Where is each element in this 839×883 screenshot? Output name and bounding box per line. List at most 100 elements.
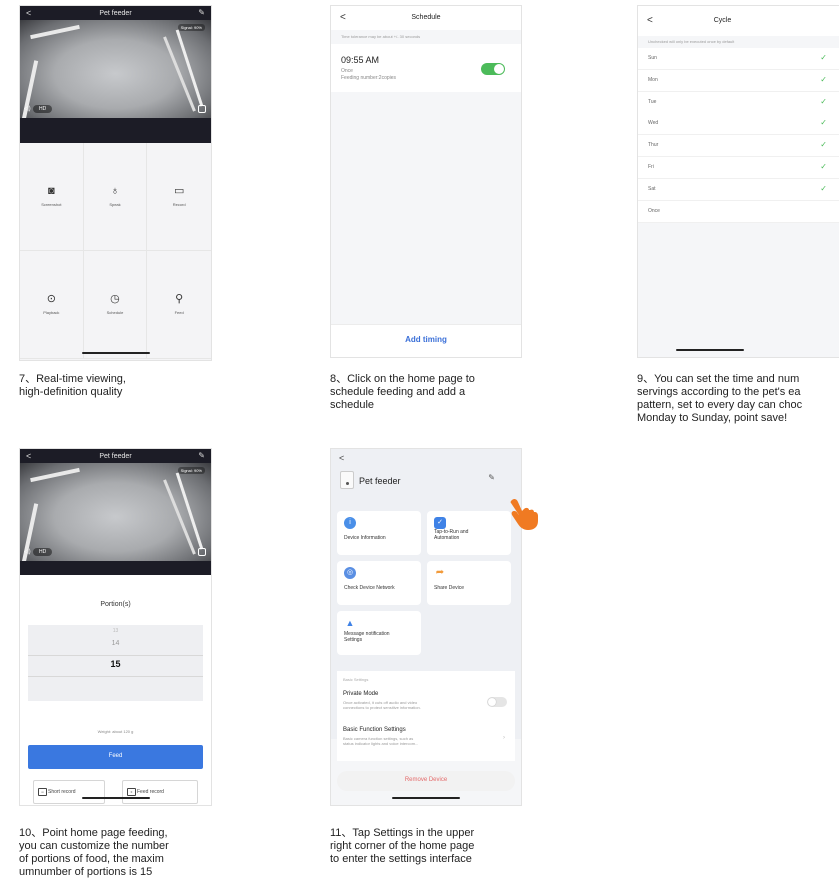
tile-share-device[interactable]: ➦ Share Device <box>427 561 511 605</box>
portion-picker[interactable]: 13 14 15 <box>28 625 203 701</box>
check-icon: ✓ <box>820 118 827 128</box>
camera-header: < Pet feeder ✎ Signal: 90% ◁) HD <box>20 449 211 575</box>
schedule-toggle[interactable] <box>481 63 505 75</box>
feed-button[interactable]: ⚲ Feed <box>147 251 211 359</box>
cycle-row-tue[interactable]: Tue ✓ <box>638 91 839 114</box>
network-icon: ◎ <box>344 567 356 579</box>
clock-icon: ◷ <box>110 293 120 305</box>
tile-label: Device Information <box>344 535 386 541</box>
hd-button[interactable]: HD <box>33 548 53 556</box>
cycle-row-sat[interactable]: Sat ✓ <box>638 178 839 201</box>
fullscreen-icon[interactable] <box>198 105 206 113</box>
screen-title: Pet feeder <box>99 453 132 460</box>
feed-record-button[interactable]: ≡ Feed record <box>122 780 198 804</box>
tile-check-network[interactable]: ◎ Check Device Network <box>337 561 421 605</box>
cycle-row-mon[interactable]: Mon ✓ <box>638 69 839 92</box>
tolerance-tip: Time tolerance may be about +/- 30 secon… <box>331 30 521 43</box>
tile-label: Message notification Settings <box>344 631 390 643</box>
bone-icon: ⚲ <box>175 293 184 305</box>
schedule-time: 09:55 AM <box>341 55 380 65</box>
check-icon: ✓ <box>820 74 827 84</box>
record-icon: ▪▪ <box>38 788 47 796</box>
playback-button[interactable]: ⊙ Playback <box>20 251 84 359</box>
control-label: Feed <box>174 310 184 315</box>
cycle-day-label: Thur <box>648 142 659 149</box>
video-icon: ▭ <box>173 185 185 197</box>
add-timing-button[interactable]: Add timing <box>331 324 521 357</box>
hd-button[interactable]: HD <box>33 105 53 113</box>
edit-icon[interactable]: ✎ <box>198 451 205 460</box>
check-icon: ✓ <box>820 140 827 150</box>
fullscreen-icon[interactable] <box>198 548 206 556</box>
schedule-details: Once Feeding number:2copies <box>341 68 397 81</box>
screen-title: Pet feeder <box>99 10 132 17</box>
automation-icon: ✓ <box>434 517 446 529</box>
speaker-icon[interactable]: ◁) <box>24 105 31 112</box>
edit-icon[interactable]: ✎ <box>198 8 205 17</box>
device-name: Pet feeder <box>359 476 401 486</box>
cycle-row-sun[interactable]: Sun ✓ <box>638 48 839 70</box>
tile-device-information[interactable]: i Device Information <box>337 511 421 555</box>
edit-icon[interactable]: ✎ <box>488 473 495 482</box>
picker-option[interactable]: 13 <box>28 628 203 634</box>
cycle-row-once[interactable]: Once <box>638 200 839 223</box>
document-icon: ≡ <box>127 788 136 796</box>
control-label: Record <box>172 202 186 207</box>
microphone-icon: ♁ <box>110 185 120 197</box>
screen-schedule: < Schedule Time tolerance may be about +… <box>330 5 522 358</box>
screen-title: Cycle <box>713 17 732 24</box>
cycle-row-fri[interactable]: Fri ✓ <box>638 157 839 179</box>
live-video-view[interactable]: Signal: 90% ◁) HD <box>20 20 211 118</box>
speaker-icon[interactable]: ◁) <box>24 548 31 555</box>
private-mode-title: Private Mode <box>343 691 379 697</box>
playback-icon: ⊙ <box>46 293 56 305</box>
caption-8: 8、Click on the home page to schedule fee… <box>330 373 475 411</box>
caption-9: 9、You can set the time and num servings … <box>637 373 803 424</box>
screen-settings: < Pet feeder ✎ i Device Information ✓ Ta… <box>330 448 522 806</box>
picker-option[interactable]: 14 <box>28 640 203 647</box>
cycle-row-thur[interactable]: Thur ✓ <box>638 135 839 158</box>
cycle-day-label: Mon <box>648 76 658 83</box>
nav-bar: < Schedule <box>331 6 521 30</box>
cycle-day-label: Wed <box>648 120 659 127</box>
live-video-view[interactable]: Signal: 90% ◁) HD <box>20 463 211 561</box>
basic-settings-section: Basic Settings Private Mode Once activat… <box>337 671 515 761</box>
device-icon <box>340 471 354 489</box>
record-button[interactable]: ▭ Record <box>147 143 211 251</box>
home-indicator <box>81 797 150 799</box>
control-label: Playback <box>43 310 60 315</box>
camera-icon: ◙ <box>48 185 55 197</box>
screen-feed-portions: < Pet feeder ✎ Signal: 90% ◁) HD Portion… <box>19 448 212 806</box>
cycle-row-wed[interactable]: Wed ✓ <box>638 113 839 136</box>
portion-title: Portion(s) <box>100 601 131 608</box>
speak-button[interactable]: ♁ Speak <box>83 143 148 251</box>
feed-button[interactable]: Feed <box>28 745 203 769</box>
back-icon[interactable]: < <box>339 453 344 463</box>
control-label: Schedule <box>106 310 124 315</box>
caption-10: 10、Point home page feeding, you can cust… <box>19 827 169 878</box>
screen-realtime-view: < Pet feeder ✎ Signal: 90% ◁) HD ◙ Scree… <box>19 5 212 361</box>
tile-tap-to-run[interactable]: ✓ Tap-to-Run and Automation <box>427 511 511 555</box>
home-indicator <box>676 349 745 351</box>
cycle-day-label: Once <box>648 207 660 214</box>
cycle-day-label: Sun <box>648 55 657 61</box>
short-record-button[interactable]: ▪▪ Short record <box>33 780 105 804</box>
tile-message-notification[interactable]: ▲ Message notification Settings <box>337 611 421 655</box>
private-mode-toggle[interactable] <box>487 697 507 707</box>
check-icon: ✓ <box>820 53 827 62</box>
schedule-button[interactable]: ◷ Schedule <box>83 251 148 359</box>
control-grid: ◙ Screenshot ♁ Speak ▭ Record ⊙ Playback… <box>20 143 211 360</box>
cycle-tip: Unchecked will only be executed once by … <box>638 36 839 48</box>
schedule-item[interactable]: 09:55 AM Once Feeding number:2copies <box>331 44 521 92</box>
pointing-hand-icon <box>510 498 538 530</box>
cycle-day-label: Sat <box>648 185 656 192</box>
remove-device-button[interactable]: Remove Device <box>337 771 515 791</box>
screen-cycle: < Cycle Unchecked will only be executed … <box>637 5 839 358</box>
check-icon: ✓ <box>820 183 827 193</box>
screenshot-button[interactable]: ◙ Screenshot <box>20 143 84 251</box>
portion-panel: Portion(s) 13 14 15 Weight: about 120 g … <box>20 575 211 805</box>
basic-function-title[interactable]: Basic Function Settings <box>343 727 406 733</box>
check-icon: ✓ <box>820 162 827 171</box>
picker-selected[interactable]: 15 <box>28 659 203 669</box>
check-icon: ✓ <box>820 96 827 106</box>
